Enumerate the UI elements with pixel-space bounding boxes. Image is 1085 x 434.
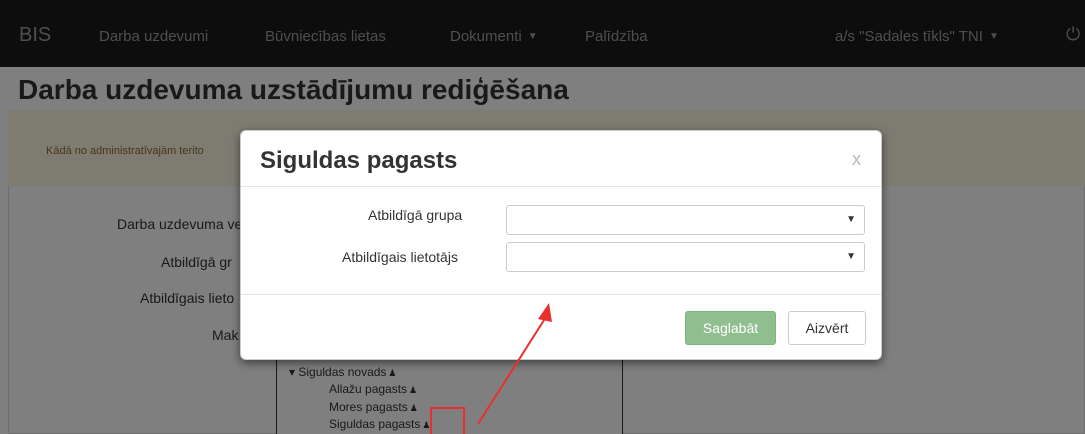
chevron-down-icon: ▼ <box>846 251 856 262</box>
save-button[interactable]: Saglabāt <box>685 311 776 345</box>
field-label-atbildiga-grupa: Atbildīgā grupa <box>368 207 463 223</box>
settings-modal: Siguldas pagasts x Atbildīgā grupa ▼ Atb… <box>240 130 882 360</box>
field-label-atbildigais-lietotajs: Atbildīgais lietotājs <box>342 249 458 265</box>
atbildiga-grupa-select[interactable]: ▼ <box>506 205 865 235</box>
close-icon[interactable]: x <box>852 149 861 170</box>
chevron-down-icon: ▼ <box>846 214 856 225</box>
modal-title: Siguldas pagasts <box>260 147 458 174</box>
modal-footer: Saglabāt Aizvērt <box>241 294 881 359</box>
modal-header: Siguldas pagasts x <box>241 131 881 187</box>
close-button[interactable]: Aizvērt <box>788 311 866 345</box>
atbildigais-lietotajs-select[interactable]: ▼ <box>506 242 865 272</box>
